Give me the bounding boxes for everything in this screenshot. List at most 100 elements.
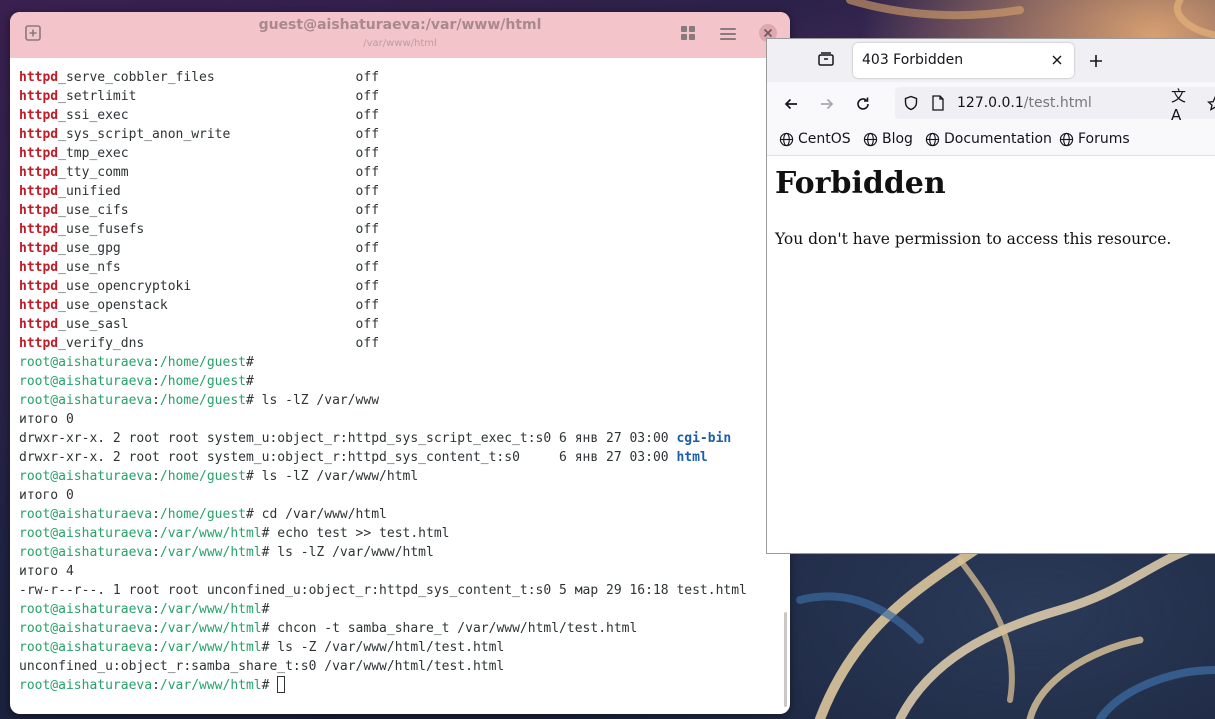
page-heading: Forbidden — [775, 166, 946, 201]
bookmarks-toolbar: CentOS Blog Documentation Forums — [767, 126, 1215, 156]
bookmark-label: Forums — [1078, 131, 1130, 147]
page-icon[interactable] — [931, 95, 945, 115]
boolean-prefix: httpd — [19, 279, 59, 294]
bookmark-forums[interactable]: Forums — [1059, 131, 1130, 147]
boolean-setting: _setrlimit off — [58, 89, 380, 104]
prompt-path: /var/www/html — [159, 640, 262, 655]
boolean-setting: _sys_script_anon_write off — [58, 127, 380, 142]
prompt-symbol: # — [245, 374, 254, 389]
prompt-user: root@aishaturaeva — [19, 545, 153, 560]
prompt-user: root@aishaturaeva — [19, 507, 153, 522]
new-tab-button[interactable] — [1085, 50, 1107, 72]
terminal-output[interactable]: httpd_serve_cobbler_files off httpd_setrl… — [19, 68, 770, 695]
terminal-line: httpd_use_fusefs off — [19, 220, 770, 239]
boolean-setting: _use_fusefs off — [58, 222, 380, 237]
prompt-path: /home/guest — [159, 355, 246, 370]
boolean-prefix: httpd — [19, 222, 59, 237]
prompt-separator: : — [152, 374, 160, 389]
globe-icon — [863, 132, 878, 146]
prompt-path: /var/www/html — [159, 621, 262, 636]
prompt-symbol: # — [245, 355, 254, 370]
terminal-line: root@aishaturaeva:/home/guest# — [19, 372, 770, 391]
terminal-line: httpd_use_openstack off — [19, 296, 770, 315]
prompt-separator: : — [152, 602, 160, 617]
command-text: ls -Z /var/www/html/test.html — [269, 640, 505, 655]
boolean-prefix: httpd — [19, 146, 59, 161]
bookmark-label: CentOS — [798, 131, 851, 147]
prompt-path: /home/guest — [159, 393, 246, 408]
output-text: unconfined_u:object_r:samba_share_t:s0 /… — [19, 659, 505, 674]
prompt-separator: : — [152, 355, 160, 370]
boolean-prefix: httpd — [19, 165, 59, 180]
terminal-line: drwxr-xr-x. 2 root root system_u:object_… — [19, 448, 770, 467]
arrow-right-icon — [821, 98, 834, 110]
output-text: drwxr-xr-x. 2 root root system_u:object_… — [19, 431, 677, 446]
terminal-line: root@aishaturaeva:/var/www/html# ls -Z /… — [19, 638, 770, 657]
prompt-user: root@aishaturaeva — [19, 678, 153, 693]
terminal-line: итого 4 — [19, 562, 770, 581]
prompt-symbol: # — [245, 507, 254, 522]
globe-icon — [925, 132, 940, 146]
boolean-setting: _use_cifs off — [58, 203, 380, 218]
close-icon — [1052, 55, 1062, 65]
terminal-window[interactable]: guest@aishaturaeva:/var/www/html /var/ww… — [10, 12, 790, 714]
prompt-user: root@aishaturaeva — [19, 374, 153, 389]
navigation-toolbar: 127.0.0.1/test.html 文A — [767, 82, 1215, 126]
back-button[interactable] — [779, 93, 803, 115]
boolean-prefix: httpd — [19, 336, 59, 351]
boolean-prefix: httpd — [19, 203, 59, 218]
prompt-separator: : — [152, 507, 160, 522]
main-menu-button[interactable] — [712, 19, 744, 51]
terminal-line: -rw-r--r--. 1 root root unconfined_u:obj… — [19, 581, 770, 600]
url-path: /test.html — [1023, 95, 1092, 111]
tab-close-button[interactable] — [1048, 51, 1066, 69]
bookmark-documentation[interactable]: Documentation — [925, 131, 1052, 147]
reload-button[interactable] — [851, 93, 875, 115]
prompt-path: /var/www/html — [159, 545, 262, 560]
page-message: You don't have permission to access this… — [775, 230, 1172, 248]
terminal-scrollbar[interactable] — [784, 612, 787, 707]
list-all-tabs-button[interactable] — [813, 50, 839, 72]
bookmark-label: Documentation — [944, 131, 1052, 147]
command-text: ls -lZ /var/www — [253, 393, 380, 408]
url-bar[interactable]: 127.0.0.1/test.html — [895, 87, 1215, 119]
bookmark-star-button[interactable] — [1203, 93, 1215, 115]
terminal-line: httpd_use_cifs off — [19, 201, 770, 220]
boolean-setting: _unified off — [58, 184, 380, 199]
translate-button[interactable]: 文A — [1171, 87, 1195, 124]
forward-button[interactable] — [815, 93, 839, 115]
prompt-separator: : — [152, 545, 160, 560]
boolean-prefix: httpd — [19, 184, 59, 199]
boolean-setting: _serve_cobbler_files off — [58, 70, 380, 85]
url-text[interactable]: 127.0.0.1/test.html — [957, 95, 1092, 111]
boolean-setting: _use_gpg off — [58, 241, 380, 256]
terminal-line: root@aishaturaeva:/home/guest# ls -lZ /v… — [19, 467, 770, 486]
boolean-setting: _use_openstack off — [58, 298, 380, 313]
terminal-line: итого 0 — [19, 410, 770, 429]
shield-icon[interactable] — [903, 95, 919, 115]
terminal-line: root@aishaturaeva:/var/www/html# — [19, 676, 770, 695]
tab-overview-button[interactable] — [672, 19, 704, 51]
command-text: chcon -t samba_share_t /var/www/html/tes… — [269, 621, 638, 636]
terminal-line: root@aishaturaeva:/home/guest# — [19, 353, 770, 372]
tab-active[interactable]: 403 Forbidden — [853, 43, 1074, 78]
terminal-line: root@aishaturaeva:/home/guest# cd /var/w… — [19, 505, 770, 524]
boolean-prefix: httpd — [19, 70, 59, 85]
terminal-line: root@aishaturaeva:/var/www/html# — [19, 600, 770, 619]
bookmark-centos[interactable]: CentOS — [779, 131, 851, 147]
output-text: итого 0 — [19, 412, 74, 427]
tab-title: 403 Forbidden — [862, 52, 964, 68]
boolean-setting: _verify_dns off — [58, 336, 380, 351]
terminal-line: итого 0 — [19, 486, 770, 505]
browser-window[interactable]: 403 Forbidden 127.0.0.1/test.html 文A Cen… — [766, 38, 1215, 554]
bookmark-blog[interactable]: Blog — [863, 131, 913, 147]
prompt-symbol: # — [245, 393, 254, 408]
boolean-setting: _tty_comm off — [58, 165, 380, 180]
page-content: Forbidden You don't have permission to a… — [767, 156, 1215, 553]
prompt-separator: : — [152, 640, 160, 655]
terminal-line: root@aishaturaeva:/var/www/html# chcon -… — [19, 619, 770, 638]
terminal-headerbar: guest@aishaturaeva:/var/www/html /var/ww… — [10, 12, 790, 58]
terminal-line: httpd_verify_dns off — [19, 334, 770, 353]
prompt-path: /var/www/html — [159, 602, 262, 617]
output-text: итого 4 — [19, 564, 74, 579]
